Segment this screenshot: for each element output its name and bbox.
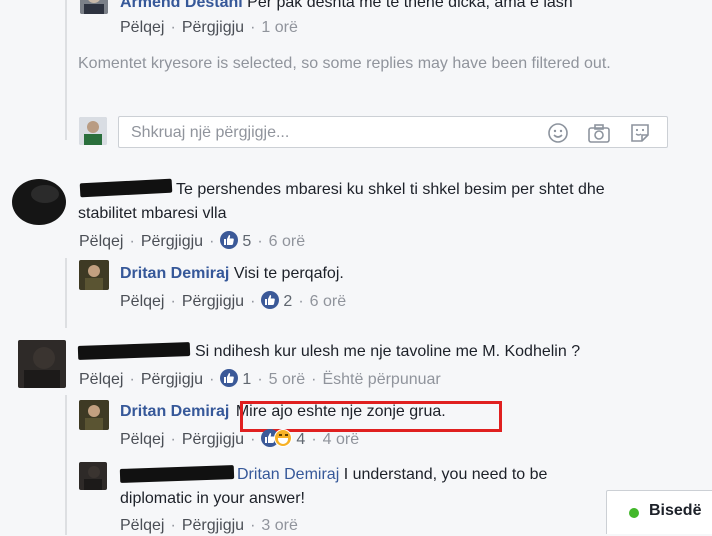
sticker-icon[interactable] (629, 122, 651, 144)
mention-link[interactable]: Dritan Demiraj (237, 466, 339, 483)
comment-author[interactable]: Dritan Demiraj (120, 265, 229, 282)
reply-link[interactable]: Përgjigju (182, 431, 244, 448)
like-link[interactable]: Pëlqej (120, 19, 164, 36)
thread-rule (65, 0, 67, 140)
like-link[interactable]: Pëlqej (79, 233, 123, 250)
avatar[interactable] (80, 0, 108, 14)
comment-text: Dritan Demiraj I understand, you need to… (120, 466, 548, 507)
reaction-count[interactable]: 4 (296, 431, 305, 448)
reaction-count[interactable]: 2 (283, 293, 292, 310)
chat-label: Bisedë (649, 502, 702, 519)
haha-reaction-icon[interactable] (274, 429, 293, 447)
like-reaction-icon[interactable] (220, 369, 239, 387)
like-link[interactable]: Pëlqej (120, 517, 164, 534)
online-status-icon (629, 508, 639, 518)
comment-actions: Pëlqej · Përgjigju · 1 orë (120, 19, 298, 36)
comment-author[interactable]: Dritan Demiraj (120, 403, 229, 420)
comment-actions: Pëlqej · Përgjigju · 1 · 5 orë · Është përpunuar (79, 369, 441, 388)
avatar[interactable] (79, 260, 109, 290)
like-reaction-icon[interactable] (261, 291, 280, 309)
edited-label[interactable]: Është përpunuar (322, 371, 440, 388)
like-link[interactable]: Pëlqej (79, 371, 123, 388)
comment-actions: Pëlqej · Përgjigju · 2 · 6 orë (120, 291, 347, 310)
comment-text: Si ndihesh kur ulesh me nje tavoline me … (195, 343, 581, 360)
avatar[interactable] (79, 462, 107, 490)
comment-text: Armend Destani Per pak deshta me te then… (120, 0, 573, 15)
reaction-count[interactable]: 1 (242, 371, 251, 388)
timestamp[interactable]: 1 orë (261, 19, 297, 36)
redacted-author (77, 342, 191, 360)
reply-link[interactable]: Përgjigju (141, 233, 203, 250)
comment-actions: Pëlqej · Përgjigju · 5 · 6 orë (79, 231, 306, 250)
filter-notice: Komentet kryesore is selected, so some r… (78, 55, 611, 72)
comment-text: Te pershendes mbaresi ku shkel ti shkel … (78, 181, 605, 222)
reply-link[interactable]: Përgjigju (182, 517, 244, 534)
avatar[interactable] (18, 340, 66, 388)
highlight-box (240, 401, 502, 432)
emoji-icon[interactable] (547, 122, 569, 144)
thread-rule (65, 395, 67, 535)
reply-link[interactable]: Përgjigju (182, 19, 244, 36)
like-link[interactable]: Pëlqej (120, 293, 164, 310)
reply-input[interactable] (129, 122, 543, 144)
like-reaction-icon[interactable] (220, 231, 239, 249)
reply-link[interactable]: Përgjigju (141, 371, 203, 388)
avatar[interactable] (79, 400, 109, 430)
chat-tab[interactable]: Bisedë (606, 490, 712, 534)
timestamp[interactable]: 4 orë (323, 431, 359, 448)
comment-actions: Pëlqej · Përgjigju · 3 orë (120, 517, 298, 534)
camera-icon[interactable] (587, 122, 610, 144)
avatar (79, 117, 107, 145)
thread-rule (65, 258, 67, 328)
reply-box (118, 116, 668, 148)
timestamp[interactable]: 3 orë (261, 517, 297, 534)
comment-text: Dritan Demiraj Visi te perqafoj. (120, 265, 344, 282)
timestamp[interactable]: 6 orë (269, 233, 305, 250)
timestamp[interactable]: 6 orë (310, 293, 346, 310)
comment-actions: Pëlqej · Përgjigju · 4 · 4 orë (120, 429, 360, 448)
timestamp[interactable]: 5 orë (269, 371, 305, 388)
avatar[interactable] (10, 176, 68, 226)
like-link[interactable]: Pëlqej (120, 431, 164, 448)
reply-link[interactable]: Përgjigju (182, 293, 244, 310)
reaction-count[interactable]: 5 (242, 233, 251, 250)
comment-author[interactable]: Armend Destani (120, 0, 243, 11)
